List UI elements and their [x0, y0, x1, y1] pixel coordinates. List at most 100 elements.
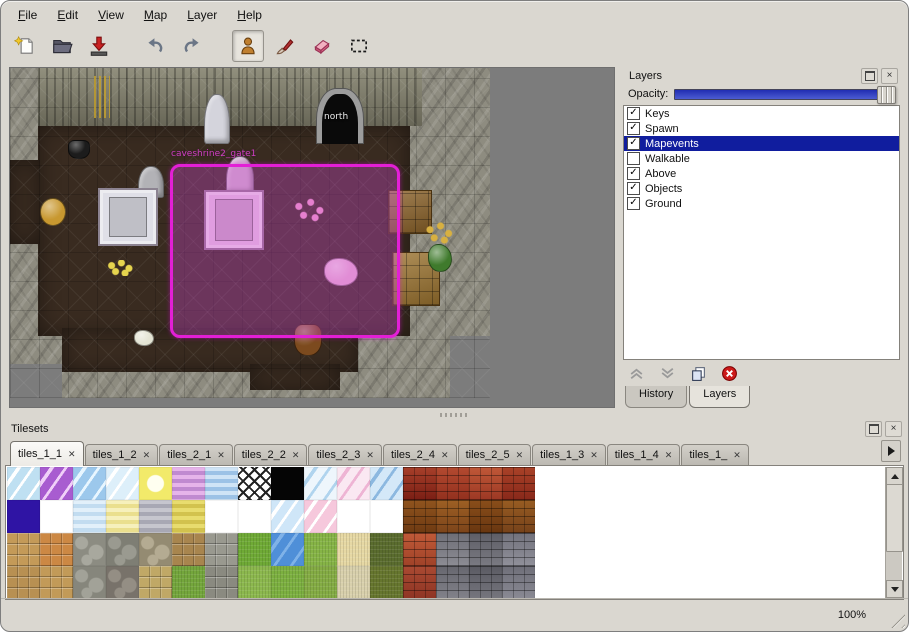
tileset-tab-tiles_2_5[interactable]: tiles_2_5✕: [458, 444, 532, 465]
dock-tab-history[interactable]: History: [625, 386, 687, 408]
palette-tile[interactable]: [403, 533, 436, 566]
close-tab-icon[interactable]: ✕: [292, 451, 300, 460]
new-map-button[interactable]: [9, 30, 41, 62]
palette-tile[interactable]: [139, 533, 172, 566]
palette-tile[interactable]: [271, 566, 304, 599]
menu-layer[interactable]: Layer: [180, 6, 224, 24]
layer-row-walkable[interactable]: Walkable: [624, 151, 899, 166]
palette-tile[interactable]: [7, 533, 40, 566]
palette-tile[interactable]: [370, 566, 403, 599]
palette-tile[interactable]: [205, 467, 238, 500]
menu-map[interactable]: Map: [137, 6, 174, 24]
tileset-tab-tiles_2_2[interactable]: tiles_2_2✕: [234, 444, 308, 465]
layer-row-spawn[interactable]: ✓Spawn: [624, 121, 899, 136]
palette-tile[interactable]: [106, 467, 139, 500]
layer-visibility-checkbox[interactable]: ✓: [627, 137, 640, 150]
close-button[interactable]: ×: [881, 68, 898, 84]
palette-tile[interactable]: [73, 533, 106, 566]
palette-tile[interactable]: [502, 533, 535, 566]
horizontal-splitter[interactable]: [1, 410, 908, 419]
scroll-up-icon[interactable]: [886, 467, 903, 485]
close-tab-icon[interactable]: ✕: [68, 450, 76, 459]
palette-tile[interactable]: [502, 467, 535, 500]
close-tab-icon[interactable]: ✕: [516, 451, 524, 460]
palette-tile[interactable]: [40, 533, 73, 566]
palette-tile[interactable]: [502, 500, 535, 533]
tileset-tab-tiles_1_4[interactable]: tiles_1_4✕: [607, 444, 681, 465]
layer-row-objects[interactable]: ✓Objects: [624, 181, 899, 196]
palette-tile[interactable]: [40, 566, 73, 599]
palette-tile[interactable]: [436, 566, 469, 599]
open-button[interactable]: [46, 30, 78, 62]
scroll-down-icon[interactable]: [886, 580, 903, 598]
palette-tile[interactable]: [469, 533, 502, 566]
close-button[interactable]: ×: [885, 421, 902, 437]
palette-tile[interactable]: [337, 566, 370, 599]
close-tab-icon[interactable]: ✕: [366, 451, 374, 460]
palette-tile[interactable]: [271, 467, 304, 500]
palette-tile[interactable]: [172, 500, 205, 533]
close-tab-icon[interactable]: ✕: [665, 451, 673, 460]
tileset-tab-tiles_1_3[interactable]: tiles_1_3✕: [532, 444, 606, 465]
dock-tab-layers[interactable]: Layers: [689, 386, 750, 408]
palette-tile[interactable]: [139, 566, 172, 599]
palette-tile[interactable]: [304, 467, 337, 500]
palette-tile[interactable]: [106, 500, 139, 533]
palette-tile[interactable]: [238, 500, 271, 533]
opacity-slider-handle[interactable]: [877, 86, 896, 104]
object-tool-button[interactable]: [232, 30, 264, 62]
palette-tile[interactable]: [7, 467, 40, 500]
menu-file[interactable]: File: [11, 6, 44, 24]
palette-tile[interactable]: [73, 566, 106, 599]
palette-tile[interactable]: [205, 500, 238, 533]
palette-tile[interactable]: [469, 467, 502, 500]
resize-grip[interactable]: [891, 614, 905, 628]
tileset-tab-tiles_2_3[interactable]: tiles_2_3✕: [308, 444, 382, 465]
tileset-tab-tiles_1_1[interactable]: tiles_1_1✕: [10, 441, 84, 466]
palette-tile[interactable]: [73, 500, 106, 533]
palette-tile[interactable]: [139, 500, 172, 533]
raise-layer-button[interactable]: [627, 364, 645, 382]
palette-tile[interactable]: [271, 533, 304, 566]
eraser-tool-button[interactable]: [306, 30, 338, 62]
layer-row-above[interactable]: ✓Above: [624, 166, 899, 181]
lower-layer-button[interactable]: [658, 364, 676, 382]
delete-layer-button[interactable]: [720, 364, 738, 382]
close-tab-icon[interactable]: ✕: [217, 451, 225, 460]
close-tab-icon[interactable]: ✕: [590, 451, 598, 460]
palette-tile[interactable]: [238, 566, 271, 599]
palette-tile[interactable]: [172, 467, 205, 500]
menu-edit[interactable]: Edit: [50, 6, 85, 24]
palette-scrollbar[interactable]: [885, 467, 902, 598]
select-tool-button[interactable]: [343, 30, 375, 62]
layer-visibility-checkbox[interactable]: ✓: [627, 122, 640, 135]
layer-visibility-checkbox[interactable]: ✓: [627, 167, 640, 180]
layer-row-keys[interactable]: ✓Keys: [624, 106, 899, 121]
duplicate-layer-button[interactable]: [689, 364, 707, 382]
palette-tile[interactable]: [436, 500, 469, 533]
layer-row-mapevents[interactable]: ✓Mapevents: [624, 136, 899, 151]
palette-tile[interactable]: [238, 467, 271, 500]
palette-tile[interactable]: [436, 467, 469, 500]
palette-tile[interactable]: [238, 533, 271, 566]
palette-tile[interactable]: [7, 566, 40, 599]
palette-tile[interactable]: [7, 500, 40, 533]
palette-tile[interactable]: [469, 566, 502, 599]
palette-tile[interactable]: [337, 500, 370, 533]
palette-tile[interactable]: [106, 566, 139, 599]
map-canvas[interactable]: north caveshrine2_gate1: [9, 67, 615, 408]
tileset-tab-tiles_1_2[interactable]: tiles_1_2✕: [85, 444, 159, 465]
palette-tile[interactable]: [40, 467, 73, 500]
palette-tile[interactable]: [502, 566, 535, 599]
palette-tile[interactable]: [304, 566, 337, 599]
palette-tile[interactable]: [403, 467, 436, 500]
layer-visibility-checkbox[interactable]: ✓: [627, 107, 640, 120]
menu-help[interactable]: Help: [230, 6, 269, 24]
palette-tile[interactable]: [205, 566, 238, 599]
redo-button[interactable]: [176, 30, 208, 62]
palette-tile[interactable]: [403, 500, 436, 533]
palette-tile[interactable]: [139, 467, 172, 500]
palette-tile[interactable]: [40, 500, 73, 533]
palette-tile[interactable]: [370, 467, 403, 500]
map-selection[interactable]: [170, 164, 400, 338]
